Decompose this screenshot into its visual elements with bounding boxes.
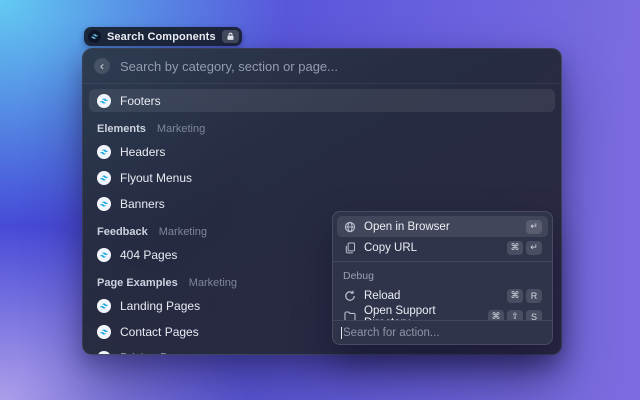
chevron-left-icon[interactable]: ‹ xyxy=(94,58,110,74)
section-header: Elements Marketing xyxy=(89,114,555,140)
pill-title: Search Components xyxy=(107,31,216,43)
tailwind-icon xyxy=(97,145,111,159)
section-title: Feedback xyxy=(97,226,148,238)
shortcut-keys: ⌘↵ xyxy=(507,241,542,255)
shortcut-keys: ⌘R xyxy=(507,289,542,303)
list-item-label: Flyout Menus xyxy=(120,171,192,185)
menu-divider xyxy=(333,261,552,262)
shortcut-keys: ↵ xyxy=(526,220,542,234)
list-item-label: Footers xyxy=(120,94,161,108)
tailwind-icon xyxy=(97,171,111,185)
section-subtitle: Marketing xyxy=(159,226,207,238)
section-subtitle: Marketing xyxy=(157,123,205,135)
list-item[interactable]: Headers xyxy=(89,140,555,163)
reload-icon xyxy=(343,290,357,302)
list-item-label: Landing Pages xyxy=(120,299,200,313)
section-title: Elements xyxy=(97,123,146,135)
action-menu: Open in Browser↵Copy URL⌘↵DebugReload⌘RO… xyxy=(332,211,553,345)
globe-icon xyxy=(343,221,357,233)
menu-group-title: Debug xyxy=(337,265,548,285)
key-badge: ⌘ xyxy=(507,241,523,255)
copy-icon xyxy=(343,242,357,254)
list-item-label: Pricing Pages xyxy=(120,351,194,356)
tailwind-icon xyxy=(88,30,101,43)
text-caret xyxy=(341,327,342,339)
list-item-label: Contact Pages xyxy=(120,325,199,339)
action-item-label: Reload xyxy=(364,290,400,302)
key-badge: R xyxy=(526,289,542,303)
tailwind-icon xyxy=(97,325,111,339)
search-bar: ‹ xyxy=(83,49,561,84)
lock-icon xyxy=(222,30,239,43)
action-item[interactable]: Copy URL ⌘↵ xyxy=(337,237,548,258)
list-item[interactable]: Pricing Pages xyxy=(89,346,555,355)
list-item[interactable]: Flyout Menus xyxy=(89,166,555,189)
key-badge: ↵ xyxy=(526,220,542,234)
action-search-bar xyxy=(333,320,552,344)
search-input[interactable] xyxy=(120,59,550,74)
list-item[interactable]: Footers xyxy=(89,89,555,112)
tailwind-icon xyxy=(97,94,111,108)
action-search-input[interactable] xyxy=(343,327,544,339)
key-badge: ↵ xyxy=(526,241,542,255)
list-item-label: 404 Pages xyxy=(120,248,177,262)
tailwind-icon xyxy=(97,351,111,356)
tailwind-icon xyxy=(97,197,111,211)
action-item[interactable]: Reload ⌘R xyxy=(337,285,548,306)
extension-pill[interactable]: Search Components xyxy=(84,27,242,46)
tailwind-icon xyxy=(97,299,111,313)
section-title: Page Examples xyxy=(97,277,178,289)
list-item-label: Headers xyxy=(120,145,165,159)
list-item-label: Banners xyxy=(120,197,165,211)
section-subtitle: Marketing xyxy=(189,277,237,289)
key-badge: ⌘ xyxy=(507,289,523,303)
action-item-label: Copy URL xyxy=(364,242,417,254)
tailwind-icon xyxy=(97,248,111,262)
action-item-label: Open in Browser xyxy=(364,221,450,233)
action-item[interactable]: Open in Browser ↵ xyxy=(337,216,548,237)
